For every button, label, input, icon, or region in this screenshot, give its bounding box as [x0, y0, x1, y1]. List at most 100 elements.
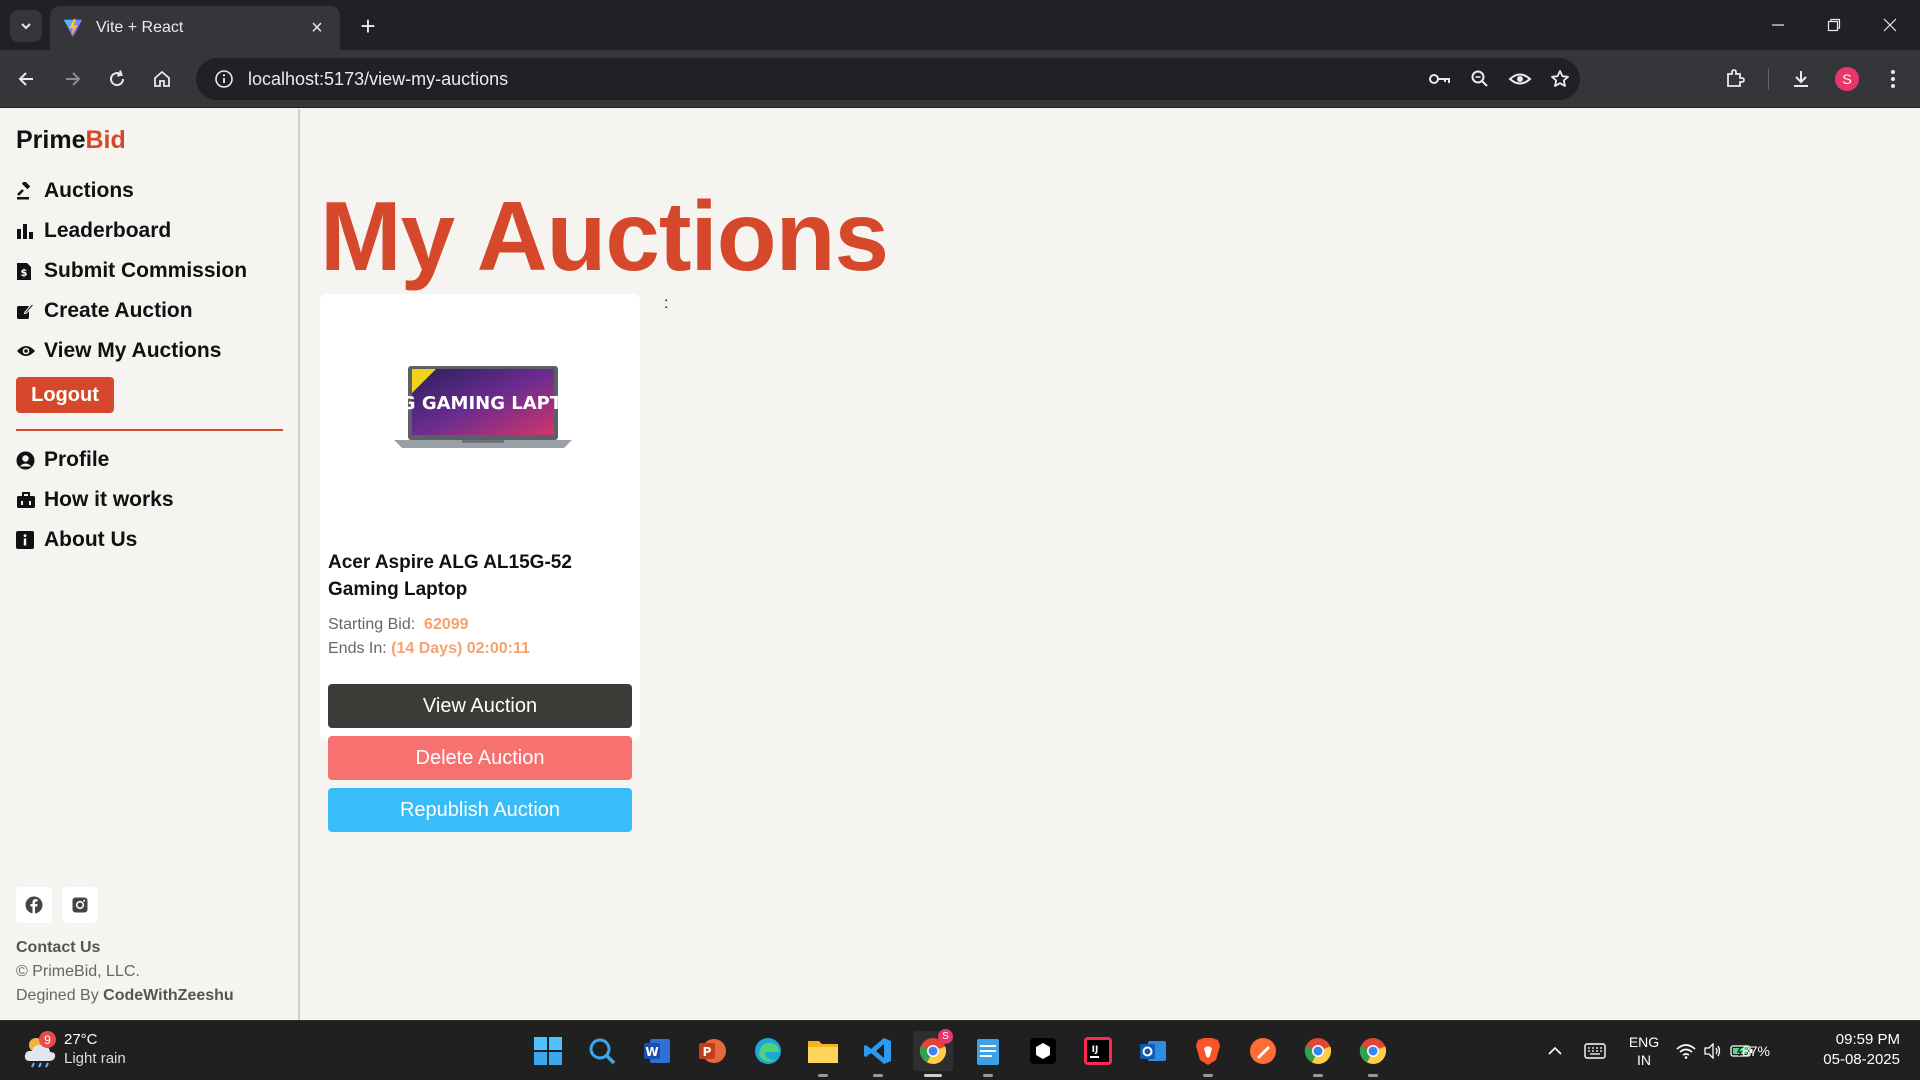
reload-button[interactable]	[100, 62, 134, 96]
svg-text:P: P	[703, 1045, 712, 1059]
chrome-icon	[1359, 1038, 1387, 1064]
auction-card: ALG GAMING LAPTOP Acer Aspire ALG AL15G-…	[320, 294, 640, 832]
minimize-window-button[interactable]	[1750, 0, 1806, 50]
instagram-link[interactable]	[62, 887, 98, 923]
taskbar-powerpoint[interactable]: P	[692, 1031, 732, 1071]
home-button[interactable]	[145, 62, 179, 96]
password-key-icon[interactable]	[1420, 58, 1460, 100]
cloud-rain-icon: 9	[20, 1029, 60, 1069]
sidebar-item-about-us[interactable]: About Us	[16, 520, 174, 560]
sidebar-item-view-my-auctions[interactable]: View My Auctions	[16, 331, 247, 371]
clock-time: 09:59 PM	[1835, 1031, 1900, 1048]
taskbar-postman[interactable]	[1243, 1031, 1283, 1071]
weather-temp: 27°C	[64, 1031, 98, 1048]
minimize-icon	[1772, 24, 1784, 26]
sidebar-item-how-it-works[interactable]: How it works	[16, 480, 174, 520]
tab-search-button[interactable]	[10, 10, 42, 42]
arrow-right-icon	[66, 72, 81, 86]
taskbar-chrome-active[interactable]: S	[913, 1029, 953, 1077]
address-bar[interactable]: localhost:5173/view-my-auctions	[196, 58, 1580, 100]
taskbar-intellij[interactable]: IJ	[1078, 1031, 1118, 1071]
sidebar-item-label: About Us	[44, 528, 138, 551]
brand-logo[interactable]: PrimeBid	[16, 126, 126, 155]
laptop-screen-text: ALG GAMING LAPTOP	[392, 393, 574, 414]
stray-text: :	[664, 295, 669, 312]
edge-icon	[755, 1038, 781, 1064]
site-info-icon[interactable]	[204, 58, 244, 100]
eye-icon[interactable]	[1500, 58, 1540, 100]
more-vertical-icon	[1891, 70, 1895, 88]
sidebar-item-auctions[interactable]: Auctions	[16, 171, 247, 211]
taskbar-app-box[interactable]	[1023, 1031, 1063, 1071]
delete-auction-button[interactable]: Delete Auction	[328, 736, 632, 780]
download-icon	[1794, 71, 1808, 87]
system-clock[interactable]: 09:59 PM 05-08-2025	[1800, 1030, 1900, 1070]
taskbar-word[interactable]: W	[637, 1031, 677, 1071]
forward-button[interactable]	[55, 62, 89, 96]
folder-icon	[808, 1041, 838, 1063]
page-title: My Auctions	[320, 181, 889, 291]
sidebar-item-leaderboard[interactable]: Leaderboard	[16, 211, 247, 251]
taskbar-search[interactable]	[582, 1031, 622, 1071]
user-circle-icon	[16, 451, 35, 469]
contact-us-link[interactable]: Contact Us	[16, 936, 234, 960]
sidebar-nav: Auctions Leaderboard $ Submit Commission…	[16, 171, 247, 371]
lang-line1: ENG	[1628, 1034, 1660, 1050]
taskbar-file-explorer[interactable]	[803, 1031, 843, 1077]
svg-text:W: W	[645, 1045, 658, 1059]
chevron-up-icon	[1548, 1046, 1562, 1055]
new-tab-button[interactable]: +	[352, 10, 384, 42]
sidebar-item-label: Leaderboard	[44, 219, 172, 242]
sidebar-nav-secondary: Profile How it works About Us	[16, 440, 174, 560]
taskbar-vscode[interactable]	[858, 1031, 898, 1077]
browser-tab-active[interactable]: Vite + React ×	[50, 6, 340, 50]
powerpoint-icon: P	[699, 1039, 726, 1063]
brand-accent: Bid	[85, 126, 126, 154]
republish-auction-button[interactable]: Republish Auction	[328, 788, 632, 832]
language-indicator[interactable]: ENG IN	[1622, 1021, 1666, 1080]
toolbar-separator	[1768, 68, 1769, 90]
restore-window-button[interactable]	[1806, 0, 1862, 50]
auction-item-image: ALG GAMING LAPTOP	[392, 366, 574, 448]
taskbar-brave[interactable]	[1188, 1031, 1228, 1077]
facebook-link[interactable]	[16, 887, 52, 923]
bookmark-star-icon[interactable]	[1540, 58, 1580, 100]
taskbar-edge[interactable]	[748, 1031, 788, 1071]
designer-name[interactable]: CodeWithZeeshu	[103, 987, 234, 1004]
close-window-button[interactable]	[1862, 0, 1918, 50]
sidebar-footer: Contact Us © PrimeBid, LLC. Degined By C…	[16, 936, 234, 1008]
taskbar-start[interactable]	[528, 1031, 568, 1071]
vite-logo-icon	[63, 18, 83, 38]
view-auction-button[interactable]: View Auction	[328, 684, 632, 728]
extensions-button[interactable]	[1718, 62, 1752, 96]
taskbar-chrome-profile-2[interactable]	[1298, 1031, 1338, 1077]
ends-in-row: Ends In: (14 Days) 02:00:11	[328, 637, 530, 661]
taskbar-notepad[interactable]	[968, 1031, 1008, 1077]
logout-button[interactable]: Logout	[16, 377, 114, 413]
search-icon	[589, 1038, 616, 1065]
sidebar-item-submit-commission[interactable]: $ Submit Commission	[16, 251, 247, 291]
gavel-icon	[17, 182, 31, 200]
notepad-icon	[977, 1039, 999, 1065]
wifi-icon	[1676, 1044, 1696, 1059]
sidebar-item-profile[interactable]: Profile	[16, 440, 174, 480]
browser-toolbar: localhost:5173/view-my-auctions S	[0, 50, 1920, 108]
chrome-profile-badge: S	[938, 1029, 953, 1044]
weather-widget[interactable]: 9 27°C Light rain	[20, 1029, 126, 1069]
back-button[interactable]	[10, 62, 44, 96]
show-hidden-icons-button[interactable]	[1542, 1021, 1568, 1080]
intellij-icon: IJ	[1084, 1037, 1112, 1065]
taskbar-outlook[interactable]	[1133, 1031, 1173, 1071]
touch-keyboard-button[interactable]	[1580, 1021, 1610, 1080]
starting-bid-label: Starting Bid:	[328, 616, 416, 633]
box-app-icon	[1030, 1038, 1056, 1064]
zoom-icon[interactable]	[1460, 58, 1500, 100]
chrome-icon	[1304, 1038, 1332, 1064]
taskbar-chrome-profile-3[interactable]	[1353, 1031, 1393, 1077]
downloads-button[interactable]	[1784, 62, 1818, 96]
sidebar-item-create-auction[interactable]: Create Auction	[16, 291, 247, 331]
profile-button[interactable]: S	[1830, 62, 1864, 96]
browser-menu-button[interactable]	[1876, 62, 1910, 96]
brave-icon	[1196, 1038, 1220, 1065]
close-tab-icon[interactable]: ×	[306, 17, 328, 40]
